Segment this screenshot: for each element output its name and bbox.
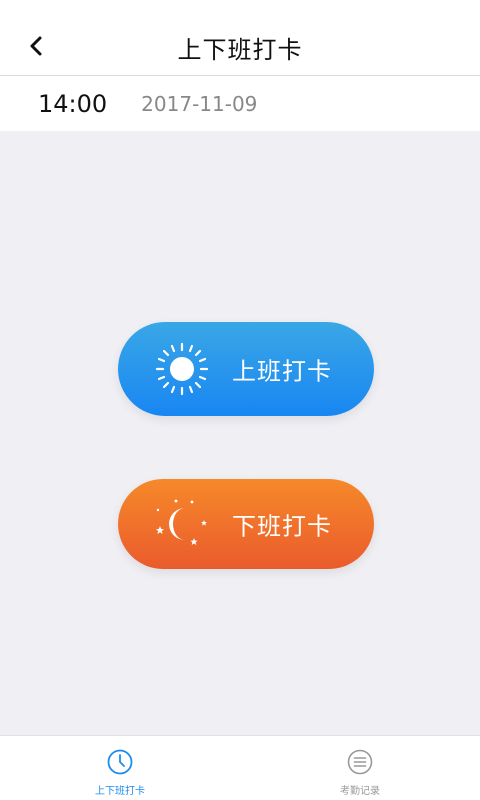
current-time: 14:00 [38, 90, 108, 118]
list-icon [347, 749, 373, 775]
tab-label: 上下班打卡 [95, 786, 145, 797]
bottom-tab-bar: 上下班打卡 考勤记录 [0, 735, 480, 800]
current-date: 2017-11-09 [141, 92, 258, 116]
datetime-bar: 14:00 2017-11-09 [0, 77, 480, 131]
page-title: 上下班打卡 [177, 36, 303, 64]
clock-icon [107, 749, 133, 775]
clock-out-label: 下班打卡 [232, 512, 332, 541]
tab-attendance-records[interactable]: 考勤记录 [240, 736, 480, 800]
sun-icon [155, 342, 209, 396]
app-header: 上下班打卡 [0, 0, 480, 76]
tab-label: 考勤记录 [340, 786, 380, 797]
clock-out-button[interactable]: 下班打卡 [118, 479, 374, 569]
main-content: 上班打卡 下班打卡 [0, 131, 480, 735]
clock-in-label: 上班打卡 [232, 357, 332, 386]
tab-clock-in[interactable]: 上下班打卡 [0, 736, 240, 800]
moon-stars-icon [156, 499, 207, 545]
clock-in-button[interactable]: 上班打卡 [118, 322, 374, 416]
